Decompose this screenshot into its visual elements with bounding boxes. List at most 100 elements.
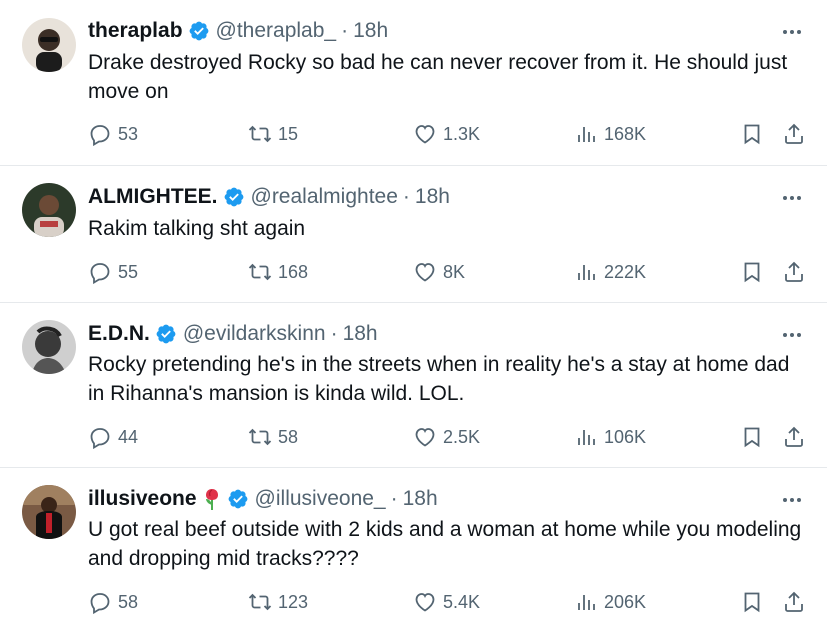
reply-button[interactable]: 53 — [88, 122, 138, 146]
avatar[interactable] — [22, 485, 76, 539]
views-button[interactable]: 106K — [574, 425, 646, 449]
reply-icon — [90, 593, 110, 614]
reply-count: 53 — [118, 123, 139, 144]
repost-button[interactable]: 123 — [248, 590, 308, 614]
share-icon — [785, 426, 803, 447]
user-handle[interactable]: @theraplab_ — [216, 19, 337, 43]
repost-count: 15 — [278, 123, 299, 144]
like-icon — [415, 125, 435, 144]
repost-icon — [248, 125, 272, 143]
avatar[interactable] — [22, 320, 76, 374]
like-icon — [415, 428, 435, 447]
like-count: 5.4K — [443, 591, 481, 612]
tweet-actions: 58 123 5.4K 206K — [88, 590, 807, 616]
timestamp[interactable]: 18h — [353, 19, 388, 43]
bookmark-icon — [744, 427, 760, 448]
bookmark-button[interactable] — [740, 590, 764, 614]
tweet-text: Rakim talking sht again — [88, 217, 306, 240]
bookmark-icon — [744, 592, 760, 613]
views-button[interactable]: 222K — [574, 260, 646, 284]
reply-icon — [90, 125, 110, 146]
reply-icon — [90, 428, 110, 449]
tweet[interactable]: illusiveone @illusiveone_ · 18h U got re… — [0, 468, 827, 628]
avatar[interactable] — [22, 183, 76, 237]
reply-icon — [90, 263, 110, 284]
timestamp[interactable]: 18h — [343, 322, 378, 346]
tweet[interactable]: E.D.N. @evildarkskinn · 18h Rocky preten… — [0, 303, 827, 468]
more-icon[interactable] — [779, 325, 805, 345]
tweet-text: U got real beef outside with 2 kids and … — [88, 518, 802, 570]
reply-button[interactable]: 44 — [88, 425, 138, 449]
tweet-header: illusiveone @illusiveone_ · 18h — [88, 484, 767, 514]
user-handle[interactable]: @evildarkskinn — [183, 322, 326, 346]
user-handle[interactable]: @realalmightee — [251, 185, 398, 209]
verified-badge-icon — [227, 488, 249, 510]
tweet-actions: 55 168 8K 222K — [88, 260, 807, 286]
verified-badge-icon — [223, 186, 245, 208]
share-button[interactable] — [782, 260, 806, 284]
display-name[interactable]: theraplab — [88, 19, 183, 43]
display-name[interactable]: E.D.N. — [88, 322, 150, 346]
repost-icon — [248, 263, 272, 281]
separator-dot: · — [390, 487, 398, 510]
display-name[interactable]: illusiveone — [88, 487, 197, 511]
bookmark-icon — [744, 124, 760, 145]
reply-button[interactable]: 55 — [88, 260, 138, 284]
like-count: 8K — [443, 261, 466, 282]
like-button[interactable]: 1.3K — [413, 122, 480, 146]
repost-icon — [248, 428, 272, 446]
timeline-feed: theraplab @theraplab_ · 18h Drake destro… — [0, 0, 827, 628]
like-icon — [415, 593, 435, 612]
separator-dot: · — [341, 19, 349, 42]
tweet[interactable]: theraplab @theraplab_ · 18h Drake destro… — [0, 0, 827, 166]
tweet[interactable]: ALMIGHTEE. @realalmightee · 18h Rakim ta… — [0, 166, 827, 303]
share-button[interactable] — [782, 122, 806, 146]
view-count: 222K — [604, 261, 647, 282]
reply-count: 58 — [118, 591, 139, 612]
tweet-text: Rocky pretending he's in the streets whe… — [88, 353, 790, 405]
repost-button[interactable]: 168 — [248, 260, 308, 284]
tweet-header: ALMIGHTEE. @realalmightee · 18h — [88, 182, 767, 212]
separator-dot: · — [330, 322, 338, 345]
like-button[interactable]: 5.4K — [413, 590, 480, 614]
timestamp[interactable]: 18h — [415, 185, 450, 209]
tweet-actions: 53 15 1.3K 168K — [88, 122, 807, 148]
share-button[interactable] — [782, 590, 806, 614]
bookmark-button[interactable] — [740, 260, 764, 284]
more-icon[interactable] — [779, 188, 805, 208]
like-icon — [415, 263, 435, 282]
views-button[interactable]: 206K — [574, 590, 646, 614]
reply-button[interactable]: 58 — [88, 590, 138, 614]
user-handle[interactable]: @illusiveone_ — [255, 487, 386, 511]
view-count: 106K — [604, 426, 647, 447]
verified-badge-icon — [188, 20, 210, 42]
more-icon[interactable] — [779, 490, 805, 510]
like-count: 2.5K — [443, 426, 481, 447]
like-button[interactable]: 8K — [413, 260, 465, 284]
view-count: 206K — [604, 591, 647, 612]
bookmark-icon — [744, 262, 760, 283]
views-icon — [578, 127, 595, 142]
share-icon — [785, 591, 803, 612]
repost-count: 123 — [278, 591, 309, 612]
repost-button[interactable]: 15 — [248, 122, 298, 146]
share-icon — [785, 261, 803, 282]
view-count: 168K — [604, 123, 647, 144]
more-icon[interactable] — [779, 22, 805, 42]
tweet-header: theraplab @theraplab_ · 18h — [88, 16, 767, 46]
views-button[interactable]: 168K — [574, 122, 646, 146]
share-button[interactable] — [782, 425, 806, 449]
avatar[interactable] — [22, 18, 76, 72]
bookmark-button[interactable] — [740, 122, 764, 146]
tweet-header: E.D.N. @evildarkskinn · 18h — [88, 319, 767, 349]
tweet-text: Drake destroyed Rocky so bad he can neve… — [88, 51, 788, 103]
verified-badge-icon — [155, 323, 177, 345]
display-name[interactable]: ALMIGHTEE. — [88, 185, 218, 209]
bookmark-button[interactable] — [740, 425, 764, 449]
repost-button[interactable]: 58 — [248, 425, 298, 449]
timestamp[interactable]: 18h — [403, 487, 438, 511]
like-button[interactable]: 2.5K — [413, 425, 480, 449]
reply-count: 44 — [118, 426, 139, 447]
repost-count: 58 — [278, 426, 299, 447]
repost-count: 168 — [278, 261, 309, 282]
